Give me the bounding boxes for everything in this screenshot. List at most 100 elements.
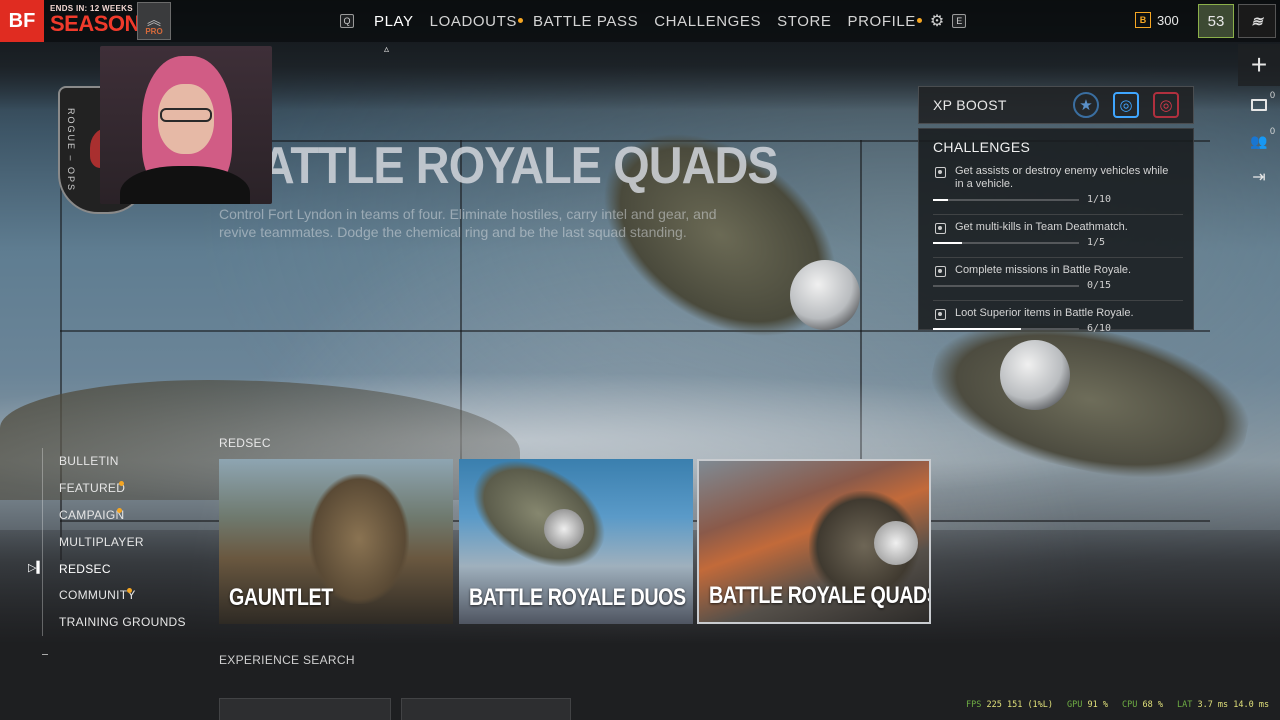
challenge-progress: 6/10 (933, 323, 1179, 334)
challenge-text: Complete missions in Battle Royale. (955, 264, 1132, 276)
notification-dot (517, 17, 523, 23)
add-friend-button[interactable]: + (1238, 44, 1280, 86)
challenges-panel[interactable]: CHALLENGES Get assists or destroy enemy … (918, 128, 1194, 334)
notification-dot (916, 17, 922, 23)
skydiver-helmet (1000, 340, 1070, 410)
menu-end-marker (42, 654, 48, 655)
divider (933, 214, 1183, 215)
gpu-label: GPU (1067, 700, 1083, 710)
friends-button[interactable]: 👥 0 (1238, 124, 1280, 158)
nav-next-key-hint: E (952, 14, 967, 28)
blue-boost-icon[interactable]: ◎ (1113, 92, 1139, 118)
challenge-progress: 1/10 (933, 194, 1179, 205)
currency-amount: 300 (1157, 12, 1179, 28)
menu-item-campaign[interactable]: CAMPAIGN (43, 502, 202, 529)
performance-overlay: FPS 225 151 (1%L) GPU 91 % CPU 68 % LAT … (966, 700, 1269, 710)
menu-item-label: CAMPAIGN (59, 507, 125, 522)
challenge-progress: 1/5 (933, 237, 1179, 248)
top-navigation-bar: BF ENDS IN: 12 WEEKS SEASON 1 ︽ PRO Q PL… (0, 0, 1280, 42)
search-field-faded[interactable] (219, 698, 391, 720)
currency-display[interactable]: B 300 (1135, 12, 1179, 28)
challenge-target-icon (935, 167, 946, 178)
menu-item-label: TRAINING GROUNDS (59, 615, 186, 630)
xp-boost-panel[interactable]: XP BOOST ★ ◎ ◎ (918, 86, 1194, 124)
challenge-progress-fill (933, 241, 963, 244)
settings-gear-icon[interactable]: ⚙ (930, 11, 944, 31)
nav-tab-loadouts[interactable]: LOADOUTS (422, 13, 525, 30)
tile-name: BATTLE ROYALE QUADS (709, 582, 931, 609)
streamer-glasses (160, 108, 212, 122)
star-boost-icon[interactable]: ★ (1073, 92, 1099, 118)
menu-item-training-grounds[interactable]: TRAINING GROUNDS (43, 609, 202, 636)
mode-description: Control Fort Lyndon in teams of four. El… (219, 206, 717, 240)
challenge-count: 1/10 (1087, 194, 1112, 205)
nav-tab-profile[interactable]: PROFILE (840, 13, 924, 30)
right-social-bar: + 0 👥 0 ⇥ (1238, 44, 1280, 224)
nav-prev-key-hint: Q (340, 14, 354, 28)
experience-search-heading: EXPERIENCE SEARCH (219, 653, 355, 667)
section-label: REDSEC (219, 436, 271, 450)
tile-artwork-helmet (544, 509, 584, 549)
notification-dot (117, 507, 122, 513)
menu-item-label: BULLETIN (59, 454, 119, 469)
challenge-target-icon (935, 309, 946, 320)
lat-value-2: 14.0 ms (1233, 700, 1270, 710)
challenge-item[interactable]: Complete missions in Battle Royale. 0/15 (933, 264, 1179, 291)
fps-low-value: 151 (1%L) (1006, 700, 1054, 710)
tile-name: GAUNTLET (229, 584, 333, 611)
challenges-title: CHALLENGES (933, 139, 1031, 155)
notification-dot (119, 480, 124, 486)
webcam-overlay (100, 46, 272, 204)
menu-item-label: REDSEC (59, 561, 111, 576)
exit-button[interactable]: ⇥ (1238, 160, 1280, 194)
menu-item-community[interactable]: COMMUNITY (43, 582, 202, 609)
challenge-progress-bar (933, 241, 1079, 244)
challenge-item[interactable]: Get assists or destroy enemy vehicles wh… (933, 165, 1179, 205)
mail-button[interactable]: 0 (1238, 88, 1280, 122)
nav-tab-label: LOADOUTS (429, 12, 517, 30)
battlefield-coin-icon: B (1135, 12, 1151, 28)
exit-arrow-icon: ⇥ (1252, 169, 1266, 186)
challenge-text: Get multi-kills in Team Deathmatch. (955, 221, 1128, 233)
nav-tab-play[interactable]: PLAY (366, 13, 422, 30)
challenge-item[interactable]: Get multi-kills in Team Deathmatch. 1/5 (933, 221, 1179, 248)
menu-item-featured[interactable]: FEATURED (43, 475, 202, 502)
nav-tab-battle-pass[interactable]: BATTLE PASS (525, 13, 646, 30)
filter-button-faded[interactable] (401, 698, 571, 720)
rank-badge[interactable]: ︽ PRO (137, 2, 171, 40)
challenge-text: Get assists or destroy enemy vehicles wh… (955, 165, 1169, 190)
lat-value: 3.7 ms (1197, 700, 1229, 710)
menu-item-label: COMMUNITY (59, 588, 136, 603)
menu-item-bulletin[interactable]: BULLETIN (43, 448, 202, 475)
plus-icon: + (1250, 49, 1268, 80)
lat-label: LAT (1176, 700, 1193, 710)
challenge-item[interactable]: Loot Superior items in Battle Royale. 6/… (933, 307, 1179, 334)
mode-title: BATTLE ROYALE QUADS (228, 137, 779, 195)
rogue-ops-text: ROGUE – OPS (66, 108, 76, 193)
left-category-menu: BULLETIN FEATURED CAMPAIGN MULTIPLAYER R… (42, 448, 202, 636)
notification-dot (127, 587, 132, 593)
nav-tab-store[interactable]: STORE (769, 13, 839, 30)
menu-item-redsec[interactable]: REDSEC (43, 555, 202, 582)
rank-badge-label: PRO (145, 27, 163, 36)
menu-item-multiplayer[interactable]: MULTIPLAYER (43, 528, 202, 555)
menu-item-label: MULTIPLAYER (59, 534, 144, 549)
latency-stat: LAT 3.7 ms 14.0 ms (1177, 700, 1269, 710)
mode-tile-battle-royale-duos[interactable]: BATTLE ROYALE DUOS (459, 459, 693, 624)
friends-icon: 👥 (1250, 132, 1268, 149)
player-emblem-icon[interactable]: ≋ (1238, 4, 1276, 38)
cpu-label: CPU (1122, 700, 1138, 710)
challenge-progress-bar (933, 284, 1079, 287)
challenge-count: 0/15 (1087, 280, 1112, 291)
mode-tile-gauntlet[interactable]: GAUNTLET (219, 459, 453, 624)
nav-tab-challenges[interactable]: CHALLENGES (646, 13, 769, 30)
cpu-stat: CPU 68 % (1122, 700, 1163, 710)
mode-tile-battle-royale-quads[interactable]: BATTLE ROYALE QUADS (697, 459, 931, 624)
game-logo[interactable]: BF (0, 0, 44, 42)
challenge-progress: 0/15 (933, 280, 1179, 291)
nav-tab-label: PROFILE (847, 12, 916, 30)
player-level[interactable]: 53 (1198, 4, 1234, 38)
red-boost-icon[interactable]: ◎ (1153, 92, 1179, 118)
fps-stat: FPS 225 151 (1%L) (966, 700, 1053, 710)
challenge-count: 1/5 (1087, 237, 1106, 248)
